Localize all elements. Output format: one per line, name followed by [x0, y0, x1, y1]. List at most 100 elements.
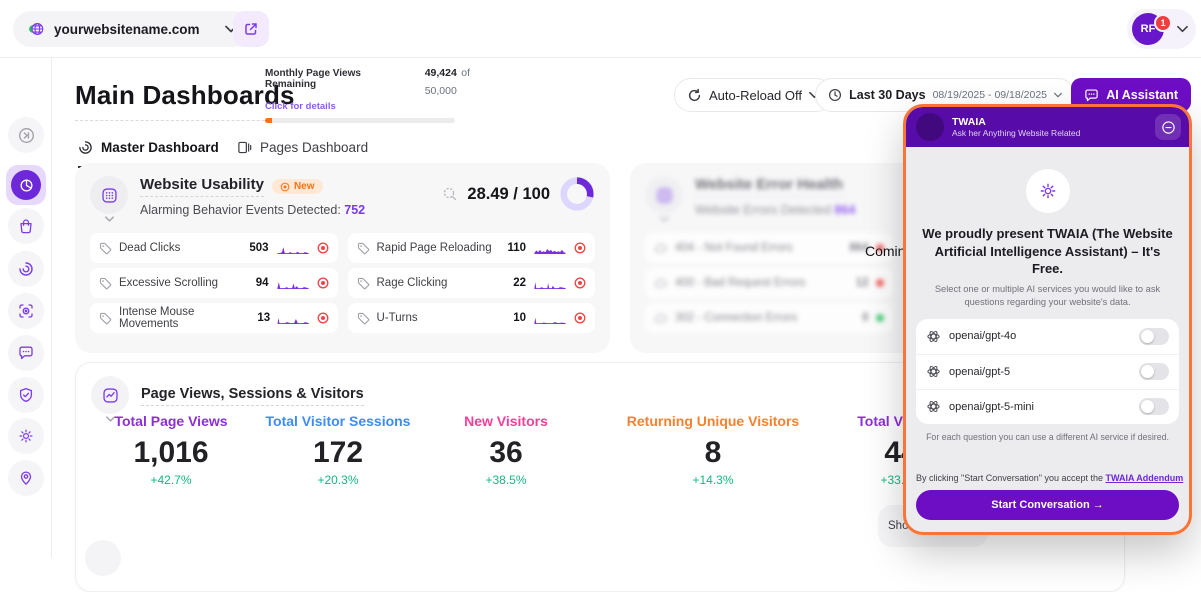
metric-value: 13 — [257, 312, 270, 324]
open-site-button[interactable] — [233, 11, 269, 47]
chevron-down-icon — [1177, 25, 1188, 33]
sidebar-item-behavior[interactable] — [8, 251, 44, 287]
error-row-302[interactable]: 302 - Connection Errors 0 — [645, 303, 893, 333]
site-selector[interactable]: yourwebsitename.com — [13, 11, 251, 47]
gear-badge — [1026, 169, 1070, 213]
tag-icon — [99, 242, 112, 255]
gear-icon — [1039, 182, 1057, 200]
tab-pages-label: Pages Dashboard — [260, 140, 368, 155]
metric-label: Rapid Page Reloading — [377, 242, 492, 254]
error-label: 302 - Connection Errors — [675, 312, 797, 324]
pie-chart-icon — [11, 170, 41, 200]
model-row-gpt-4o[interactable]: openai/gpt-4o — [916, 319, 1179, 354]
model-toggle[interactable] — [1139, 398, 1169, 415]
sidebar-item-dashboards-active[interactable] — [6, 165, 46, 205]
columns-icon — [237, 140, 252, 155]
sidebar — [0, 58, 52, 558]
stat-value: 1,016 — [91, 436, 251, 470]
next-section-icon — [85, 540, 121, 576]
metric-label: Intense Mouse Movements — [119, 306, 250, 330]
error-value: 12 — [856, 277, 869, 289]
model-toggle[interactable] — [1139, 328, 1169, 345]
metric-row-u-turns[interactable]: U-Turns 10 — [348, 303, 596, 333]
metric-value: 10 — [513, 312, 526, 324]
metric-label: Excessive Scrolling — [119, 277, 218, 289]
model-row-gpt-5[interactable]: openai/gpt-5 — [916, 354, 1179, 389]
auto-reload-dropdown[interactable]: Auto-Reload Off — [674, 78, 833, 112]
error-row-400[interactable]: 400 - Bad Request Errors 12 — [645, 268, 893, 298]
notification-badge: 1 — [1154, 14, 1172, 32]
site-name: yourwebsitename.com — [54, 22, 200, 37]
twaia-heading: We proudly present TWAIA (The Website Ar… — [906, 225, 1189, 278]
sidebar-item-feedback[interactable] — [8, 335, 44, 371]
quota-label: Monthly Page Views Remaining — [265, 68, 415, 90]
sidebar-item-locations[interactable] — [8, 460, 44, 496]
metric-value: 110 — [507, 242, 526, 254]
cloud-icon — [654, 276, 668, 290]
tag-icon — [357, 277, 370, 290]
error-row-404[interactable]: 404 - Not Found Errors 864 — [645, 233, 893, 263]
metric-label: U-Turns — [377, 312, 418, 324]
circle-minus-icon — [1161, 120, 1176, 135]
metric-row-rage-clicking[interactable]: Rage Clicking 22 — [348, 268, 596, 298]
metric-row-intense-mouse-movements[interactable]: Intense Mouse Movements 13 — [90, 303, 338, 333]
twaia-panel: TWAIA Ask her Anything Website Related W… — [903, 104, 1192, 535]
metric-sparkline — [533, 278, 567, 289]
record-dot-icon[interactable] — [574, 312, 586, 324]
sidebar-item-recordings[interactable] — [8, 293, 44, 329]
stat-delta: +38.5% — [431, 473, 581, 487]
minimize-button[interactable] — [1155, 114, 1181, 140]
sidebar-item-security[interactable] — [8, 377, 44, 413]
stat-label: Total Visitor Sessions — [258, 413, 418, 429]
stat-label: Total Page Views — [91, 413, 251, 429]
chat-icon — [1084, 88, 1099, 103]
tag-icon — [357, 312, 370, 325]
magnifier-icon — [442, 186, 458, 202]
error-label: 404 - Not Found Errors — [675, 242, 793, 254]
cloud-icon — [654, 311, 668, 325]
metric-row-excessive-scrolling[interactable]: Excessive Scrolling 94 — [90, 268, 338, 298]
twaia-header: TWAIA Ask her Anything Website Related — [906, 107, 1189, 147]
twaia-description: Select one or multiple AI services you w… — [906, 283, 1189, 309]
record-dot-icon[interactable] — [574, 277, 586, 289]
record-dot-icon[interactable] — [317, 312, 329, 324]
sidebar-item-settings[interactable] — [8, 418, 44, 454]
sidebar-collapse-button[interactable] — [8, 117, 44, 153]
record-dot-icon[interactable] — [317, 242, 329, 254]
error-label: 400 - Bad Request Errors — [675, 277, 805, 289]
twaia-title: TWAIA — [952, 116, 1080, 129]
topbar: yourwebsitename.com RF 1 — [0, 0, 1201, 58]
stat-delta: +20.3% — [258, 473, 418, 487]
twaia-avatar — [916, 113, 944, 141]
collapse-arrow-icon — [18, 127, 35, 144]
model-label: openai/gpt-4o — [949, 330, 1016, 342]
metric-sparkline — [533, 243, 567, 254]
collapse-chevron-icon[interactable] — [105, 216, 114, 222]
metric-value: 503 — [249, 242, 268, 254]
new-badge: New — [272, 179, 323, 194]
user-menu[interactable]: RF 1 — [1127, 9, 1196, 49]
metric-row-dead-clicks[interactable]: Dead Clicks 503 — [90, 233, 338, 263]
model-row-gpt-5-mini[interactable]: openai/gpt-5-mini — [916, 389, 1179, 424]
date-range-label: Last 30 Days — [849, 88, 925, 102]
metric-row-rapid-page-reloading[interactable]: Rapid Page Reloading 110 — [348, 233, 596, 263]
usability-subtitle: Alarming Behavior Events Detected: 752 — [140, 203, 365, 217]
stat-delta: +42.7% — [91, 473, 251, 487]
gear-icon — [18, 428, 34, 444]
stat-total-visitor-sessions: Total Visitor Sessions 172 +20.3% — [258, 413, 418, 487]
error-health-subtitle-value: 864 — [834, 203, 855, 217]
record-dot-icon[interactable] — [317, 277, 329, 289]
error-health-subtitle: Website Errors Detected 864 — [695, 203, 855, 217]
stat-delta: +14.3% — [608, 473, 818, 487]
record-dot-icon[interactable] — [574, 242, 586, 254]
sidebar-item-store[interactable] — [8, 208, 44, 244]
quota-details-link[interactable]: Click for details — [265, 101, 505, 112]
tag-icon — [99, 312, 112, 325]
quota-used: 49,424 — [425, 67, 457, 79]
spiral-icon — [18, 261, 34, 277]
spiral-icon — [78, 140, 93, 155]
model-toggle[interactable] — [1139, 363, 1169, 380]
model-list: openai/gpt-4o openai/gpt-5 openai/gpt-5-… — [916, 319, 1179, 424]
start-conversation-button[interactable]: Start Conversation → — [916, 490, 1179, 520]
twaia-addendum-link[interactable]: TWAIA Addendum — [1105, 473, 1183, 483]
